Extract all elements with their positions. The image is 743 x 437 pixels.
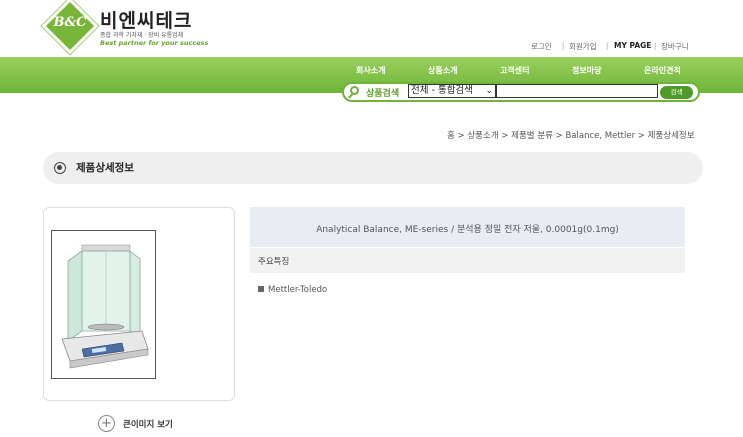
product-title: Analytical Balance, ME-series / 분석용 정밀 전…: [316, 225, 619, 235]
search-input[interactable]: [496, 84, 658, 98]
nav-item-info[interactable]: 정보마당: [572, 65, 601, 76]
nav-item-quote[interactable]: 온라인견적: [644, 65, 681, 76]
util-separator: |: [654, 42, 657, 50]
page-title: 제품상세정보: [76, 162, 134, 174]
view-large-image-link[interactable]: 큰이미지 보기: [123, 418, 173, 430]
nav-item-support[interactable]: 고객센터: [500, 65, 529, 76]
logo-text: B&C: [53, 15, 87, 30]
search-category-select[interactable]: 전체 - 통합검색 ⌄: [408, 84, 496, 98]
mypage-link[interactable]: MY PAGE: [614, 41, 651, 50]
features-label: 주요특징: [258, 257, 290, 267]
brand-tagline: Best partner for your success: [100, 39, 209, 47]
search-button[interactable]: 검색: [660, 86, 693, 99]
signup-link[interactable]: 회원가입: [569, 41, 597, 52]
chevron-down-icon: ⌄: [485, 86, 493, 96]
cart-link[interactable]: 장바구니: [661, 41, 689, 52]
util-separator: |: [606, 42, 609, 50]
radio-bullet-icon: [54, 162, 66, 174]
nav-item-products[interactable]: 상품소개: [428, 65, 457, 76]
search-icon: [350, 86, 359, 95]
analytical-balance-illustration: [61, 244, 149, 369]
features-header: [250, 248, 685, 273]
login-link[interactable]: 로그인: [531, 41, 552, 52]
search-category-value: 전체 - 통합검색: [411, 85, 473, 96]
search-label: 상품검색: [366, 89, 400, 99]
breadcrumb: 홈 > 상품소개 > 제품별 분류 > Balance, Mettler > 제…: [447, 131, 695, 141]
feature-item: Mettler-Toledo: [258, 285, 327, 295]
brand-subtitle: 종합 과학 기자재 · 장비 유통업체: [100, 32, 184, 39]
feature-text: Mettler-Toledo: [268, 285, 328, 295]
nav-item-company[interactable]: 회사소개: [356, 65, 385, 76]
square-bullet-icon: [258, 286, 264, 292]
product-image[interactable]: [51, 230, 156, 379]
plus-circle-icon[interactable]: +: [98, 415, 115, 432]
brand-name[interactable]: 비엔씨테크: [100, 6, 192, 33]
section-title-bar: [43, 152, 703, 184]
util-separator: |: [562, 42, 565, 50]
